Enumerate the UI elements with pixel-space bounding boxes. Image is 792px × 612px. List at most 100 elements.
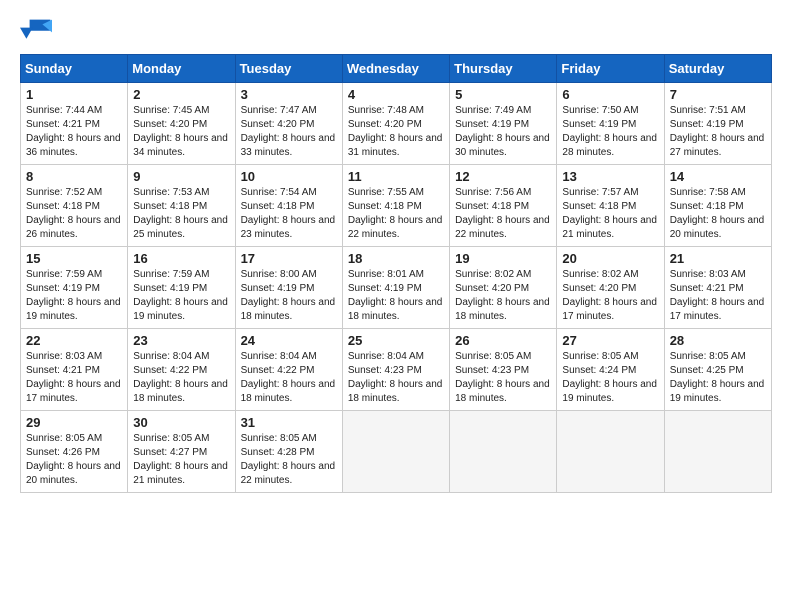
cell-info: Sunrise: 8:04 AMSunset: 4:22 PMDaylight:… [241,351,336,404]
calendar-cell: 1Sunrise: 7:44 AMSunset: 4:21 PMDaylight… [21,83,128,165]
cell-info: Sunrise: 8:05 AMSunset: 4:28 PMDaylight:… [241,433,336,486]
cell-info: Sunrise: 8:05 AMSunset: 4:25 PMDaylight:… [670,351,765,404]
day-number: 13 [562,169,658,184]
calendar-cell: 29 Sunrise: 8:05 AMSunset: 4:26 PMDayligh… [21,411,128,493]
calendar-cell [342,411,449,493]
calendar-cell: 4 Sunrise: 7:48 AMSunset: 4:20 PMDaylight… [342,83,449,165]
cell-info: Sunrise: 7:54 AMSunset: 4:18 PMDaylight:… [241,187,336,240]
cell-info: Sunrise: 8:05 AMSunset: 4:26 PMDaylight:… [26,433,121,486]
header-row: SundayMondayTuesdayWednesdayThursdayFrid… [21,55,772,83]
weekday-header: Friday [557,55,664,83]
day-number: 31 [241,415,337,430]
cell-info: Sunrise: 8:04 AMSunset: 4:22 PMDaylight:… [133,351,228,404]
day-number: 24 [241,333,337,348]
calendar-cell: 22 Sunrise: 8:03 AMSunset: 4:21 PMDayligh… [21,329,128,411]
cell-info: Sunrise: 7:58 AMSunset: 4:18 PMDaylight:… [670,187,765,240]
weekday-header: Monday [128,55,235,83]
cell-info: Sunrise: 8:03 AMSunset: 4:21 PMDaylight:… [26,351,121,404]
cell-info: Sunrise: 7:55 AMSunset: 4:18 PMDaylight:… [348,187,443,240]
weekday-header: Wednesday [342,55,449,83]
calendar-week-row: 15Sunrise: 7:59 AMSunset: 4:19 PMDayligh… [21,247,772,329]
calendar-cell: 25 Sunrise: 8:04 AMSunset: 4:23 PMDayligh… [342,329,449,411]
day-number: 10 [241,169,337,184]
weekday-header: Tuesday [235,55,342,83]
cell-info: Sunrise: 8:00 AMSunset: 4:19 PMDaylight:… [241,269,336,322]
day-number: 9 [133,169,229,184]
cell-info: Sunrise: 8:05 AMSunset: 4:23 PMDaylight:… [455,351,550,404]
day-number: 23 [133,333,229,348]
calendar-week-row: 1Sunrise: 7:44 AMSunset: 4:21 PMDaylight… [21,83,772,165]
cell-info: Sunrise: 7:49 AMSunset: 4:19 PMDaylight:… [455,105,550,158]
calendar-cell: 28 Sunrise: 8:05 AMSunset: 4:25 PMDayligh… [664,329,771,411]
calendar-cell: 15Sunrise: 7:59 AMSunset: 4:19 PMDayligh… [21,247,128,329]
cell-info: Sunrise: 7:47 AMSunset: 4:20 PMDaylight:… [241,105,336,158]
calendar-cell: 5 Sunrise: 7:49 AMSunset: 4:19 PMDaylight… [450,83,557,165]
calendar-week-row: 8 Sunrise: 7:52 AMSunset: 4:18 PMDaylight… [21,165,772,247]
calendar-cell: 8 Sunrise: 7:52 AMSunset: 4:18 PMDaylight… [21,165,128,247]
calendar-cell: 19Sunrise: 8:02 AMSunset: 4:20 PMDayligh… [450,247,557,329]
calendar-cell: 20Sunrise: 8:02 AMSunset: 4:20 PMDayligh… [557,247,664,329]
day-number: 28 [670,333,766,348]
logo-icon [20,16,52,44]
cell-info: Sunrise: 7:45 AMSunset: 4:20 PMDaylight:… [133,105,228,158]
calendar-cell: 6 Sunrise: 7:50 AMSunset: 4:19 PMDaylight… [557,83,664,165]
day-number: 11 [348,169,444,184]
calendar-cell [450,411,557,493]
cell-info: Sunrise: 8:04 AMSunset: 4:23 PMDaylight:… [348,351,443,404]
calendar-cell: 13Sunrise: 7:57 AMSunset: 4:18 PMDayligh… [557,165,664,247]
cell-info: Sunrise: 7:59 AMSunset: 4:19 PMDaylight:… [26,269,121,322]
calendar-cell: 31 Sunrise: 8:05 AMSunset: 4:28 PMDayligh… [235,411,342,493]
calendar-cell: 18Sunrise: 8:01 AMSunset: 4:19 PMDayligh… [342,247,449,329]
calendar-cell: 11 Sunrise: 7:55 AMSunset: 4:18 PMDayligh… [342,165,449,247]
day-number: 17 [241,251,337,266]
day-number: 12 [455,169,551,184]
cell-info: Sunrise: 7:56 AMSunset: 4:18 PMDaylight:… [455,187,550,240]
calendar-cell: 2 Sunrise: 7:45 AMSunset: 4:20 PMDaylight… [128,83,235,165]
calendar-cell: 21 Sunrise: 8:03 AMSunset: 4:21 PMDayligh… [664,247,771,329]
day-number: 21 [670,251,766,266]
day-number: 2 [133,87,229,102]
calendar-cell: 10 Sunrise: 7:54 AMSunset: 4:18 PMDayligh… [235,165,342,247]
cell-info: Sunrise: 8:03 AMSunset: 4:21 PMDaylight:… [670,269,765,322]
cell-info: Sunrise: 8:02 AMSunset: 4:20 PMDaylight:… [562,269,657,322]
day-number: 6 [562,87,658,102]
day-number: 3 [241,87,337,102]
calendar-week-row: 22 Sunrise: 8:03 AMSunset: 4:21 PMDayligh… [21,329,772,411]
calendar-cell: 27Sunrise: 8:05 AMSunset: 4:24 PMDayligh… [557,329,664,411]
weekday-header: Saturday [664,55,771,83]
cell-info: Sunrise: 7:48 AMSunset: 4:20 PMDaylight:… [348,105,443,158]
day-number: 7 [670,87,766,102]
cell-info: Sunrise: 7:50 AMSunset: 4:19 PMDaylight:… [562,105,657,158]
cell-info: Sunrise: 8:01 AMSunset: 4:19 PMDaylight:… [348,269,443,322]
calendar-cell: 23 Sunrise: 8:04 AMSunset: 4:22 PMDayligh… [128,329,235,411]
day-number: 25 [348,333,444,348]
cell-info: Sunrise: 7:59 AMSunset: 4:19 PMDaylight:… [133,269,228,322]
day-number: 22 [26,333,122,348]
cell-info: Sunrise: 8:05 AMSunset: 4:27 PMDaylight:… [133,433,228,486]
day-number: 4 [348,87,444,102]
logo [20,16,56,44]
cell-info: Sunrise: 8:05 AMSunset: 4:24 PMDaylight:… [562,351,657,404]
calendar-cell [664,411,771,493]
cell-info: Sunrise: 7:52 AMSunset: 4:18 PMDaylight:… [26,187,121,240]
day-number: 5 [455,87,551,102]
day-number: 29 [26,415,122,430]
cell-info: Sunrise: 7:51 AMSunset: 4:19 PMDaylight:… [670,105,765,158]
day-number: 30 [133,415,229,430]
calendar-cell [557,411,664,493]
calendar-cell: 24 Sunrise: 8:04 AMSunset: 4:22 PMDayligh… [235,329,342,411]
day-number: 19 [455,251,551,266]
calendar-cell: 26 Sunrise: 8:05 AMSunset: 4:23 PMDayligh… [450,329,557,411]
day-number: 26 [455,333,551,348]
page-header [20,16,772,44]
calendar-week-row: 29 Sunrise: 8:05 AMSunset: 4:26 PMDayligh… [21,411,772,493]
calendar-cell: 14Sunrise: 7:58 AMSunset: 4:18 PMDayligh… [664,165,771,247]
day-number: 16 [133,251,229,266]
calendar-cell: 30 Sunrise: 8:05 AMSunset: 4:27 PMDayligh… [128,411,235,493]
calendar-cell: 16 Sunrise: 7:59 AMSunset: 4:19 PMDayligh… [128,247,235,329]
calendar-cell: 17 Sunrise: 8:00 AMSunset: 4:19 PMDayligh… [235,247,342,329]
day-number: 8 [26,169,122,184]
weekday-header: Thursday [450,55,557,83]
cell-info: Sunrise: 7:53 AMSunset: 4:18 PMDaylight:… [133,187,228,240]
calendar-table: SundayMondayTuesdayWednesdayThursdayFrid… [20,54,772,493]
